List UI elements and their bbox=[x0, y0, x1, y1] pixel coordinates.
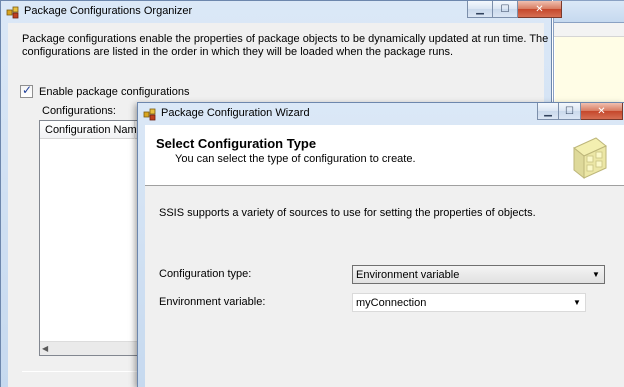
close-icon[interactable]: ✕ bbox=[518, 1, 562, 18]
background-window-titlebar bbox=[554, 1, 624, 23]
minimize-icon[interactable]: ▁ bbox=[537, 103, 559, 120]
environment-variable-value: myConnection bbox=[356, 296, 427, 309]
wizard-intro-text: SSIS supports a variety of sources to us… bbox=[159, 207, 536, 219]
chevron-down-icon[interactable]: ▼ bbox=[569, 298, 585, 307]
wizard-caption-buttons: ▁ ☐ ✕ bbox=[537, 103, 623, 120]
configurations-label: Configurations: bbox=[42, 105, 116, 117]
wizard-window: Package Configuration Wizard ▁ ☐ ✕ Selec… bbox=[137, 102, 624, 387]
checkmark-icon: ✓ bbox=[22, 83, 33, 97]
configuration-type-value: Environment variable bbox=[356, 268, 460, 281]
configuration-type-dropdown[interactable]: Environment variable ▼ bbox=[352, 265, 605, 284]
enable-configurations-label[interactable]: Enable package configurations bbox=[39, 86, 189, 98]
enable-configurations-checkbox[interactable]: ✓ bbox=[20, 83, 33, 98]
wizard-body: SSIS supports a variety of sources to us… bbox=[145, 187, 624, 387]
scroll-left-icon[interactable]: ◀ bbox=[42, 344, 48, 353]
enable-configurations-row[interactable]: ✓ Enable package configurations bbox=[20, 83, 189, 98]
chevron-down-icon[interactable]: ▼ bbox=[588, 270, 604, 279]
close-icon[interactable]: ✕ bbox=[581, 103, 623, 120]
wizard-header-subtitle: You can select the type of configuration… bbox=[175, 153, 416, 165]
organizer-title: Package Configurations Organizer bbox=[24, 5, 193, 17]
environment-variable-label: Environment variable: bbox=[159, 296, 266, 308]
maximize-icon[interactable]: ☐ bbox=[493, 1, 518, 18]
wizard-title: Package Configuration Wizard bbox=[161, 107, 310, 119]
package-icon bbox=[143, 108, 156, 121]
minimize-icon[interactable]: ▁ bbox=[467, 1, 493, 18]
background-window-toolbar bbox=[554, 23, 624, 37]
wizard-header: Select Configuration Type You can select… bbox=[145, 125, 624, 186]
maximize-icon[interactable]: ☐ bbox=[559, 103, 581, 120]
configuration-type-label: Configuration type: bbox=[159, 268, 252, 280]
environment-variable-dropdown[interactable]: myConnection ▼ bbox=[352, 293, 586, 312]
wizard-header-title: Select Configuration Type bbox=[156, 136, 317, 151]
package-icon bbox=[6, 6, 19, 19]
wizard-graphic-icon bbox=[573, 137, 607, 180]
organizer-description: Package configurations enable the proper… bbox=[22, 33, 549, 58]
organizer-caption-buttons: ▁ ☐ ✕ bbox=[467, 1, 562, 18]
column-header-configuration-name[interactable]: Configuration Name bbox=[40, 121, 143, 139]
wizard-client-area: Select Configuration Type You can select… bbox=[145, 125, 624, 387]
